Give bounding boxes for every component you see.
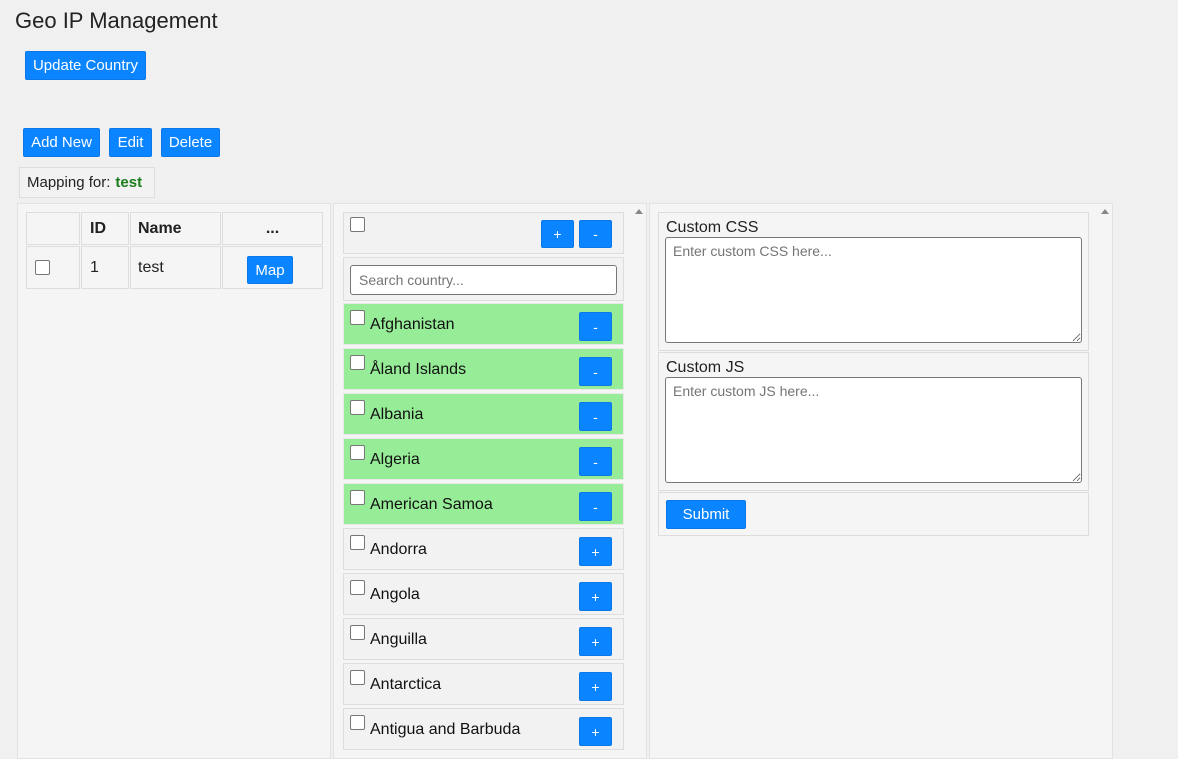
table-cell-name: test xyxy=(130,246,221,289)
country-row[interactable]: Åland Islands - xyxy=(343,348,624,390)
country-name: Anguilla xyxy=(370,631,427,648)
country-name: American Samoa xyxy=(370,496,493,513)
remove-country-button[interactable]: - xyxy=(579,447,612,476)
country-checkbox[interactable] xyxy=(350,490,365,505)
mapping-label: Mapping for: test xyxy=(19,167,155,198)
submit-button[interactable]: Submit xyxy=(666,500,746,529)
remove-country-button[interactable]: - xyxy=(579,402,612,431)
mapping-value: test xyxy=(115,174,143,191)
country-name: Andorra xyxy=(370,541,427,558)
table-cell-id: 1 xyxy=(81,246,129,289)
search-country-input[interactable] xyxy=(350,265,617,295)
country-name: Antigua and Barbuda xyxy=(370,721,521,738)
custom-code-panel: Custom CSS Custom JS Submit xyxy=(649,203,1113,759)
country-row[interactable]: Albania - xyxy=(343,393,624,435)
custom-js-textarea[interactable] xyxy=(665,377,1082,483)
custom-js-label: Custom JS xyxy=(666,359,745,376)
map-button[interactable]: Map xyxy=(247,256,293,284)
remove-country-button[interactable]: - xyxy=(579,312,612,341)
country-checkbox[interactable] xyxy=(350,670,365,685)
country-name: Åland Islands xyxy=(370,361,467,378)
remove-country-button[interactable]: - xyxy=(579,492,612,521)
remove-country-button[interactable]: - xyxy=(579,357,612,386)
country-checkbox[interactable] xyxy=(350,625,365,640)
country-checkbox[interactable] xyxy=(350,715,365,730)
custom-css-label: Custom CSS xyxy=(666,219,759,236)
add-country-button[interactable]: + xyxy=(579,627,612,656)
scrollbar-up-arrow-icon[interactable] xyxy=(635,209,643,214)
mapping-table-panel: ID Name ... 1 test Map xyxy=(17,203,331,759)
country-checkbox[interactable] xyxy=(350,400,365,415)
country-name: Antarctica xyxy=(370,676,442,693)
country-name: Algeria xyxy=(370,451,420,468)
add-country-button[interactable]: + xyxy=(579,582,612,611)
update-country-button[interactable]: Update Country xyxy=(25,51,146,80)
table-header-id: ID xyxy=(81,212,129,245)
table-row-checkbox-cell xyxy=(26,246,80,289)
submit-section: Submit xyxy=(658,492,1089,536)
country-row[interactable]: Afghanistan - xyxy=(343,303,624,345)
edit-button[interactable]: Edit xyxy=(109,128,152,157)
country-name: Angola xyxy=(370,586,420,603)
scrollbar-up-arrow-icon[interactable] xyxy=(1101,209,1109,214)
add-country-button[interactable]: + xyxy=(579,717,612,746)
country-list-header: + - xyxy=(343,212,624,254)
country-row[interactable]: Antigua and Barbuda + xyxy=(343,708,624,750)
country-list-panel: + - Afghanistan-Åland Islands-Albania-Al… xyxy=(333,203,647,759)
remove-all-button[interactable]: - xyxy=(579,220,612,248)
page-title: Geo IP Management xyxy=(15,8,218,33)
country-checkbox[interactable] xyxy=(350,355,365,370)
add-all-button[interactable]: + xyxy=(541,220,574,248)
country-name: Albania xyxy=(370,406,424,423)
country-row[interactable]: Andorra + xyxy=(343,528,624,570)
select-all-checkbox[interactable] xyxy=(350,217,365,232)
country-checkbox[interactable] xyxy=(350,445,365,460)
country-row[interactable]: American Samoa - xyxy=(343,483,624,525)
table-header-actions: ... xyxy=(222,212,323,245)
row-checkbox[interactable] xyxy=(35,260,50,275)
add-country-button[interactable]: + xyxy=(579,672,612,701)
country-name: Afghanistan xyxy=(370,316,455,333)
mapping-label-text: Mapping for: xyxy=(27,174,111,191)
country-checkbox[interactable] xyxy=(350,310,365,325)
country-row[interactable]: Anguilla + xyxy=(343,618,624,660)
table-header-select xyxy=(26,212,80,245)
country-row[interactable]: Algeria - xyxy=(343,438,624,480)
add-country-button[interactable]: + xyxy=(579,537,612,566)
add-new-button[interactable]: Add New xyxy=(23,128,100,157)
table-cell-action: Map xyxy=(222,246,323,289)
country-row[interactable]: Angola + xyxy=(343,573,624,615)
country-row[interactable]: Antarctica + xyxy=(343,663,624,705)
country-checkbox[interactable] xyxy=(350,580,365,595)
table-header-name: Name xyxy=(130,212,221,245)
delete-button[interactable]: Delete xyxy=(161,128,220,157)
country-checkbox[interactable] xyxy=(350,535,365,550)
custom-css-textarea[interactable] xyxy=(665,237,1082,343)
